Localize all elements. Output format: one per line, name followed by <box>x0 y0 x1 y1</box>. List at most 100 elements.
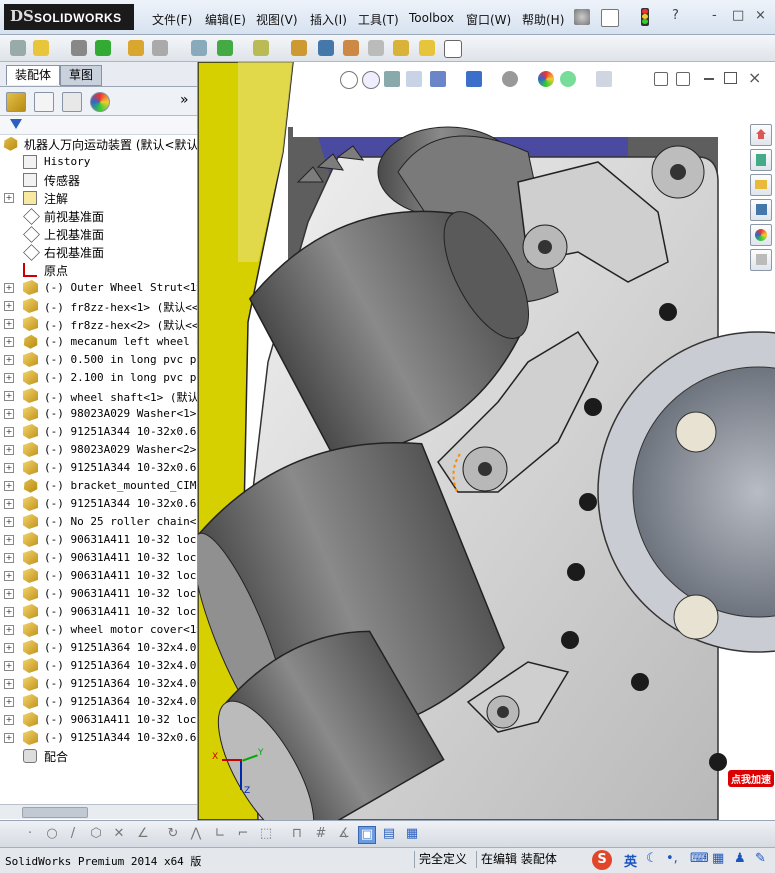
close-button[interactable]: × <box>755 8 766 23</box>
explode-line-icon[interactable] <box>368 40 384 56</box>
tree-item[interactable]: + (-) 91251A364 10-32x4.0 SH <box>0 693 197 711</box>
edit-appearance-icon[interactable] <box>538 71 554 87</box>
tree-item[interactable]: + (-) Outer Wheel Strut<1> <box>0 279 197 297</box>
scroll-thumb[interactable] <box>22 807 88 818</box>
zoom-to-fit-icon[interactable] <box>340 71 358 89</box>
minimize-button[interactable]: - <box>712 8 717 23</box>
tree-item[interactable]: + (-) 90631A411 10-32 lockw <box>0 531 197 549</box>
tree-item[interactable]: + (-) 0.500 in long pvc pipe <box>0 351 197 369</box>
bearing-2[interactable] <box>673 594 719 640</box>
extend-icon[interactable]: ∠ <box>135 826 151 842</box>
tree-item[interactable]: 上视基准面 <box>0 225 197 243</box>
appearances-icon[interactable] <box>750 224 772 246</box>
circle-icon[interactable]: ○ <box>44 826 60 842</box>
expand-toggle-icon[interactable]: + <box>4 697 14 707</box>
tree-item[interactable]: 配合 <box>0 747 197 765</box>
menu-insert[interactable]: 插入(I) <box>310 11 347 28</box>
solidworks-logo[interactable]: DS SOLIDWORKS <box>4 4 134 30</box>
tree-root[interactable]: 机器人万向运动装置 (默认<默认 <box>0 135 197 153</box>
reference-geometry-icon[interactable] <box>253 40 269 56</box>
mirror-icon[interactable]: ⋀ <box>188 826 204 842</box>
tile-horizontal-icon[interactable] <box>654 72 668 86</box>
ime-settings-icon[interactable]: ✎ <box>755 851 766 866</box>
display-style-icon[interactable] <box>466 71 482 87</box>
expand-toggle-icon[interactable]: + <box>4 445 14 455</box>
expand-toggle-icon[interactable]: + <box>4 463 14 473</box>
expand-toggle-icon[interactable]: + <box>4 535 14 545</box>
configuration-manager-icon[interactable] <box>62 92 82 112</box>
feature-manager-icon[interactable] <box>6 92 26 112</box>
tree-item[interactable]: + (-) 91251A364 10-32x4.0 SH <box>0 675 197 693</box>
offset-icon[interactable]: ↻ <box>165 826 181 842</box>
expand-toggle-icon[interactable]: + <box>4 301 14 311</box>
expand-toggle-icon[interactable]: + <box>4 661 14 671</box>
expand-toggle-icon[interactable]: + <box>4 481 14 491</box>
dimension-icon[interactable]: ⊓ <box>289 826 305 842</box>
3d-view-icon[interactable]: ▣ <box>358 826 376 844</box>
tree-item[interactable]: + (-) fr8zz-hex<1> (默认<<默 <box>0 297 197 315</box>
solidworks-resources-icon[interactable] <box>750 124 772 146</box>
expand-toggle-icon[interactable]: + <box>4 679 14 689</box>
file-explorer-icon[interactable] <box>750 174 772 196</box>
exploded-view-icon[interactable] <box>343 40 359 56</box>
section-view-icon[interactable] <box>406 71 422 87</box>
tree-item[interactable]: + (-) 91251A344 10-32x0.625 <box>0 423 197 441</box>
tree-item[interactable]: + (-) 90631A411 10-32 lockw <box>0 585 197 603</box>
split-view-icon[interactable]: ▤ <box>381 826 397 842</box>
menu-file[interactable]: 文件(F) <box>152 11 192 28</box>
tree-item[interactable]: 前视基准面 <box>0 207 197 225</box>
zoom-to-area-icon[interactable] <box>362 71 380 89</box>
viewport-restore-icon[interactable] <box>724 72 737 84</box>
ime-skin-icon[interactable]: ♟ <box>734 851 746 866</box>
tab-sketch[interactable]: 草图 <box>60 65 103 86</box>
expand-toggle-icon[interactable]: + <box>4 715 14 725</box>
interference-icon[interactable] <box>393 40 409 56</box>
ime-punctuation-icon[interactable]: •, <box>666 851 678 866</box>
point-icon[interactable]: · <box>22 826 38 842</box>
smart-fasteners-icon[interactable] <box>128 40 144 56</box>
expand-toggle-icon[interactable]: + <box>4 643 14 653</box>
menu-edit[interactable]: 编辑(E) <box>205 11 246 28</box>
tree-item[interactable]: 传感器 <box>0 171 197 189</box>
tree-item[interactable]: + (-) 90631A411 10-32 lockw <box>0 711 197 729</box>
expand-toggle-icon[interactable]: + <box>4 553 14 563</box>
view-orientation-icon[interactable] <box>430 71 446 87</box>
new-motion-study-icon[interactable] <box>291 40 307 56</box>
menu-toolbox[interactable]: Toolbox <box>409 11 454 25</box>
ime-moon-icon[interactable]: ☾ <box>646 851 658 866</box>
menu-tools[interactable]: 工具(T) <box>358 11 399 28</box>
fillet-icon[interactable]: ∟ <box>212 826 228 842</box>
tree-item[interactable]: + (-) bracket_mounted_CIM<1> <box>0 477 197 495</box>
move-component-icon[interactable] <box>152 40 168 56</box>
previous-view-icon[interactable] <box>384 71 400 87</box>
tile-vertical-icon[interactable] <box>676 72 690 86</box>
tab-assembly[interactable]: 装配体 <box>6 65 61 85</box>
menu-view[interactable]: 视图(V) <box>256 11 298 28</box>
line-icon[interactable]: / <box>65 826 81 842</box>
expand-toggle-icon[interactable]: + <box>4 499 14 509</box>
tree-item[interactable]: 右视基准面 <box>0 243 197 261</box>
expand-toggle-icon[interactable]: + <box>4 391 14 401</box>
grid-icon[interactable]: # <box>313 826 329 842</box>
speedup-badge[interactable]: 点我加速 <box>728 770 774 787</box>
rectangle-icon[interactable]: ⬚ <box>258 826 274 842</box>
tree-item[interactable]: 原点 <box>0 261 197 279</box>
expand-toggle-icon[interactable]: + <box>4 193 14 203</box>
expand-toggle-icon[interactable]: + <box>4 589 14 599</box>
ime-toolbox-icon[interactable]: ▦ <box>712 851 724 866</box>
tree-item[interactable]: History <box>0 153 197 171</box>
expand-toggle-icon[interactable]: + <box>4 355 14 365</box>
tree-item[interactable]: + (-) 91251A344 10-32x0.625 <box>0 459 197 477</box>
ime-keyboard-icon[interactable]: ⌨ <box>690 851 709 866</box>
show-hidden-icon[interactable] <box>191 40 207 56</box>
property-manager-icon[interactable] <box>34 92 54 112</box>
tree-item[interactable]: + (-) 90631A411 10-32 lockw <box>0 603 197 621</box>
tree-item[interactable]: + 注解 <box>0 189 197 207</box>
trim-icon[interactable]: ✕ <box>111 826 127 842</box>
clearance-icon[interactable] <box>419 40 435 56</box>
ime-language[interactable]: 英 <box>624 851 637 870</box>
tree-item[interactable]: + (-) 91251A364 10-32x4.0 SH <box>0 639 197 657</box>
viewport-minimize-icon[interactable] <box>704 78 714 80</box>
expand-toggle-icon[interactable]: + <box>4 337 14 347</box>
tree-item[interactable]: + (-) 91251A364 10-32x4.0 SH <box>0 657 197 675</box>
